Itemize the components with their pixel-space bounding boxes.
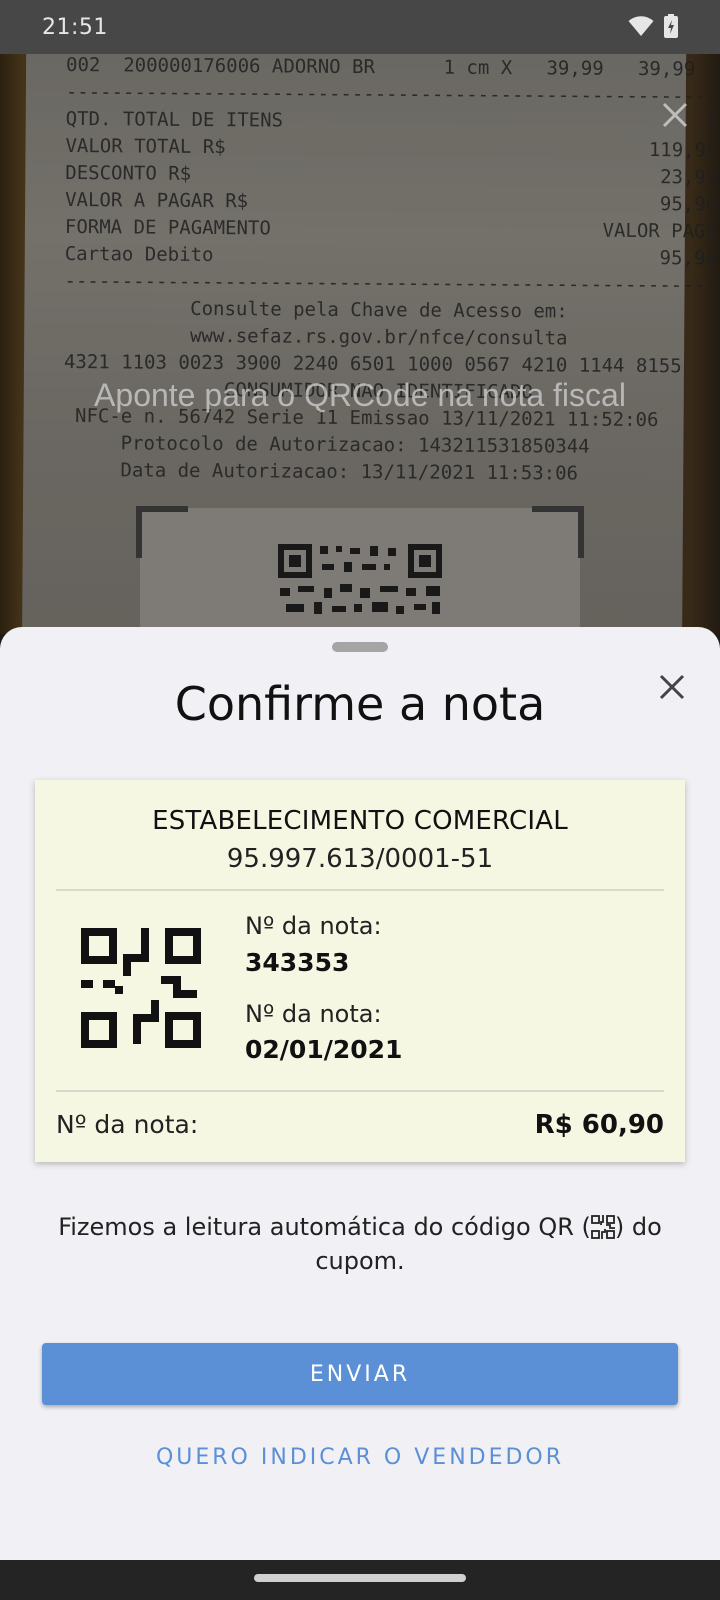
qr-code-icon: [590, 1215, 615, 1239]
battery-icon: [664, 14, 678, 38]
info-text: Fizemos a leitura automática do código Q…: [40, 1210, 680, 1278]
info-text-start: Fizemos a leitura automática do código Q…: [58, 1213, 591, 1241]
camera-overlay: [0, 54, 720, 634]
note-date-label: Nº da nota:: [245, 1000, 382, 1028]
status-time: 21:51: [42, 15, 108, 40]
status-icons: [628, 14, 678, 38]
sheet-title: Confirme a nota: [174, 677, 546, 731]
divider: [56, 1090, 664, 1092]
camera-hint: Aponte para o QRCode na nota fiscal: [94, 377, 626, 413]
send-button[interactable]: ENVIAR: [42, 1343, 678, 1405]
status-bar: 21:51: [0, 0, 720, 54]
indicate-seller-link[interactable]: QUERO INDICAR O VENDEDOR: [0, 1445, 720, 1470]
divider: [56, 889, 664, 891]
note-number-value: 343353: [245, 948, 350, 977]
total-label: Nº da nota:: [56, 1110, 199, 1139]
wifi-icon: [628, 16, 654, 36]
receipt-card: ESTABELECIMENTO COMERCIAL 95.997.613/000…: [35, 780, 685, 1162]
home-gesture-bar[interactable]: [254, 1574, 466, 1582]
store-cnpj: 95.997.613/0001-51: [226, 844, 494, 874]
close-icon[interactable]: [660, 100, 690, 130]
drag-handle[interactable]: [332, 642, 388, 652]
navigation-bar: [0, 1560, 720, 1600]
store-name: ESTABELECIMENTO COMERCIAL: [152, 806, 568, 836]
confirm-sheet: Confirme a nota ESTABELECIMENTO COMERCIA…: [0, 627, 720, 1560]
note-number-label: Nº da nota:: [245, 912, 382, 940]
note-date-value: 02/01/2021: [245, 1035, 403, 1064]
total-value: R$ 60,90: [534, 1110, 664, 1140]
qr-code-icon: [81, 928, 201, 1048]
camera-preview: 002 200000176006 ADORNO BR 1 cm X 39,99 …: [0, 54, 720, 634]
